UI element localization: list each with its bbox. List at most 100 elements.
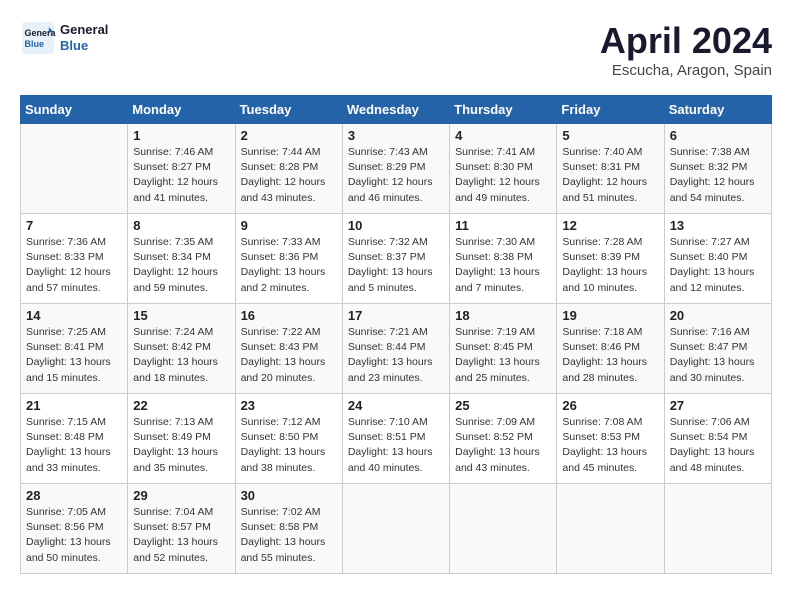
calendar-cell: 11 Sunrise: 7:30 AMSunset: 8:38 PMDayligh…	[450, 214, 557, 304]
day-info: Sunrise: 7:36 AMSunset: 8:33 PMDaylight:…	[26, 235, 122, 296]
calendar-cell: 19 Sunrise: 7:18 AMSunset: 8:46 PMDayligh…	[557, 304, 664, 394]
calendar-week-row: 21 Sunrise: 7:15 AMSunset: 8:48 PMDayligh…	[21, 394, 772, 484]
weekday-header: Wednesday	[342, 96, 449, 124]
day-info: Sunrise: 7:13 AMSunset: 8:49 PMDaylight:…	[133, 415, 229, 476]
day-info: Sunrise: 7:40 AMSunset: 8:31 PMDaylight:…	[562, 145, 658, 206]
calendar-cell	[21, 124, 128, 214]
weekday-header: Saturday	[664, 96, 771, 124]
calendar-week-row: 28Sunrise: 7:05 AMSunset: 8:56 PMDayligh…	[21, 484, 772, 574]
day-info: Sunrise: 7:09 AMSunset: 8:52 PMDaylight:…	[455, 415, 551, 476]
day-info: Sunrise: 7:16 AMSunset: 8:47 PMDaylight:…	[670, 325, 766, 386]
calendar-cell: 5 Sunrise: 7:40 AMSunset: 8:31 PMDaylight…	[557, 124, 664, 214]
day-info: Sunrise: 7:24 AMSunset: 8:42 PMDaylight:…	[133, 325, 229, 386]
day-number: 19	[562, 308, 658, 323]
weekday-header: Friday	[557, 96, 664, 124]
day-number: 6	[670, 128, 766, 143]
calendar-cell: 26Sunrise: 7:08 AMSunset: 8:53 PMDayligh…	[557, 394, 664, 484]
calendar-cell: 30Sunrise: 7:02 AMSunset: 8:58 PMDayligh…	[235, 484, 342, 574]
day-info: Sunrise: 7:32 AMSunset: 8:37 PMDaylight:…	[348, 235, 444, 296]
calendar-cell	[664, 484, 771, 574]
day-number: 25	[455, 398, 551, 413]
weekday-header: Monday	[128, 96, 235, 124]
calendar-cell: 9 Sunrise: 7:33 AMSunset: 8:36 PMDaylight…	[235, 214, 342, 304]
calendar-cell: 22 Sunrise: 7:13 AMSunset: 8:49 PMDayligh…	[128, 394, 235, 484]
calendar-cell: 7 Sunrise: 7:36 AMSunset: 8:33 PMDaylight…	[21, 214, 128, 304]
day-info: Sunrise: 7:10 AMSunset: 8:51 PMDaylight:…	[348, 415, 444, 476]
day-number: 12	[562, 218, 658, 233]
day-number: 11	[455, 218, 551, 233]
day-info: Sunrise: 7:33 AMSunset: 8:36 PMDaylight:…	[241, 235, 337, 296]
calendar-cell: 10Sunrise: 7:32 AMSunset: 8:37 PMDayligh…	[342, 214, 449, 304]
calendar-cell: 28Sunrise: 7:05 AMSunset: 8:56 PMDayligh…	[21, 484, 128, 574]
calendar-cell: 1 Sunrise: 7:46 AMSunset: 8:27 PMDaylight…	[128, 124, 235, 214]
day-number: 9	[241, 218, 337, 233]
calendar-cell: 21 Sunrise: 7:15 AMSunset: 8:48 PMDayligh…	[21, 394, 128, 484]
calendar-cell: 29 Sunrise: 7:04 AMSunset: 8:57 PMDayligh…	[128, 484, 235, 574]
day-number: 23	[241, 398, 337, 413]
location: Escucha, Aragon, Spain	[600, 62, 772, 79]
day-info: Sunrise: 7:30 AMSunset: 8:38 PMDaylight:…	[455, 235, 551, 296]
day-info: Sunrise: 7:02 AMSunset: 8:58 PMDaylight:…	[241, 505, 337, 566]
day-info: Sunrise: 7:15 AMSunset: 8:48 PMDaylight:…	[26, 415, 122, 476]
calendar-cell	[450, 484, 557, 574]
weekday-header: Tuesday	[235, 96, 342, 124]
day-info: Sunrise: 7:22 AMSunset: 8:43 PMDaylight:…	[241, 325, 337, 386]
calendar-week-row: 14Sunrise: 7:25 AMSunset: 8:41 PMDayligh…	[21, 304, 772, 394]
calendar-cell: 24 Sunrise: 7:10 AMSunset: 8:51 PMDayligh…	[342, 394, 449, 484]
day-number: 15	[133, 308, 229, 323]
day-number: 24	[348, 398, 444, 413]
svg-text:Blue: Blue	[25, 39, 45, 49]
day-number: 18	[455, 308, 551, 323]
calendar-week-row: 7 Sunrise: 7:36 AMSunset: 8:33 PMDaylight…	[21, 214, 772, 304]
day-number: 26	[562, 398, 658, 413]
calendar-cell: 18 Sunrise: 7:19 AMSunset: 8:45 PMDayligh…	[450, 304, 557, 394]
day-info: Sunrise: 7:18 AMSunset: 8:46 PMDaylight:…	[562, 325, 658, 386]
calendar-cell: 20 Sunrise: 7:16 AMSunset: 8:47 PMDayligh…	[664, 304, 771, 394]
day-number: 2	[241, 128, 337, 143]
day-info: Sunrise: 7:19 AMSunset: 8:45 PMDaylight:…	[455, 325, 551, 386]
day-number: 7	[26, 218, 122, 233]
day-info: Sunrise: 7:06 AMSunset: 8:54 PMDaylight:…	[670, 415, 766, 476]
calendar-table: SundayMondayTuesdayWednesdayThursdayFrid…	[20, 95, 772, 574]
day-number: 22	[133, 398, 229, 413]
calendar-cell: 6 Sunrise: 7:38 AMSunset: 8:32 PMDaylight…	[664, 124, 771, 214]
day-number: 3	[348, 128, 444, 143]
calendar-cell: 4Sunrise: 7:41 AMSunset: 8:30 PMDaylight…	[450, 124, 557, 214]
day-info: Sunrise: 7:21 AMSunset: 8:44 PMDaylight:…	[348, 325, 444, 386]
calendar-cell: 8 Sunrise: 7:35 AMSunset: 8:34 PMDaylight…	[128, 214, 235, 304]
calendar-cell: 23Sunrise: 7:12 AMSunset: 8:50 PMDayligh…	[235, 394, 342, 484]
day-number: 29	[133, 488, 229, 503]
day-info: Sunrise: 7:46 AMSunset: 8:27 PMDaylight:…	[133, 145, 229, 206]
day-info: Sunrise: 7:25 AMSunset: 8:41 PMDaylight:…	[26, 325, 122, 386]
day-number: 16	[241, 308, 337, 323]
calendar-cell: 14Sunrise: 7:25 AMSunset: 8:41 PMDayligh…	[21, 304, 128, 394]
weekday-header: Thursday	[450, 96, 557, 124]
logo-text-line2: Blue	[60, 38, 108, 54]
day-number: 1	[133, 128, 229, 143]
day-number: 27	[670, 398, 766, 413]
title-block: April 2024 Escucha, Aragon, Spain	[600, 20, 772, 79]
logo-text-line1: General	[60, 22, 108, 38]
day-number: 20	[670, 308, 766, 323]
day-number: 13	[670, 218, 766, 233]
logo-icon: General Blue	[20, 20, 56, 56]
day-number: 5	[562, 128, 658, 143]
day-number: 21	[26, 398, 122, 413]
page-header: General Blue General Blue April 2024 Esc…	[20, 20, 772, 79]
weekday-header: Sunday	[21, 96, 128, 124]
calendar-cell: 15 Sunrise: 7:24 AMSunset: 8:42 PMDayligh…	[128, 304, 235, 394]
day-number: 17	[348, 308, 444, 323]
calendar-cell: 12 Sunrise: 7:28 AMSunset: 8:39 PMDayligh…	[557, 214, 664, 304]
calendar-cell: 17 Sunrise: 7:21 AMSunset: 8:44 PMDayligh…	[342, 304, 449, 394]
day-info: Sunrise: 7:43 AMSunset: 8:29 PMDaylight:…	[348, 145, 444, 206]
day-number: 8	[133, 218, 229, 233]
day-info: Sunrise: 7:05 AMSunset: 8:56 PMDaylight:…	[26, 505, 122, 566]
calendar-cell: 27 Sunrise: 7:06 AMSunset: 8:54 PMDayligh…	[664, 394, 771, 484]
day-info: Sunrise: 7:27 AMSunset: 8:40 PMDaylight:…	[670, 235, 766, 296]
calendar-cell: 25 Sunrise: 7:09 AMSunset: 8:52 PMDayligh…	[450, 394, 557, 484]
day-info: Sunrise: 7:35 AMSunset: 8:34 PMDaylight:…	[133, 235, 229, 296]
day-info: Sunrise: 7:04 AMSunset: 8:57 PMDaylight:…	[133, 505, 229, 566]
day-info: Sunrise: 7:28 AMSunset: 8:39 PMDaylight:…	[562, 235, 658, 296]
day-info: Sunrise: 7:38 AMSunset: 8:32 PMDaylight:…	[670, 145, 766, 206]
calendar-cell: 13 Sunrise: 7:27 AMSunset: 8:40 PMDayligh…	[664, 214, 771, 304]
